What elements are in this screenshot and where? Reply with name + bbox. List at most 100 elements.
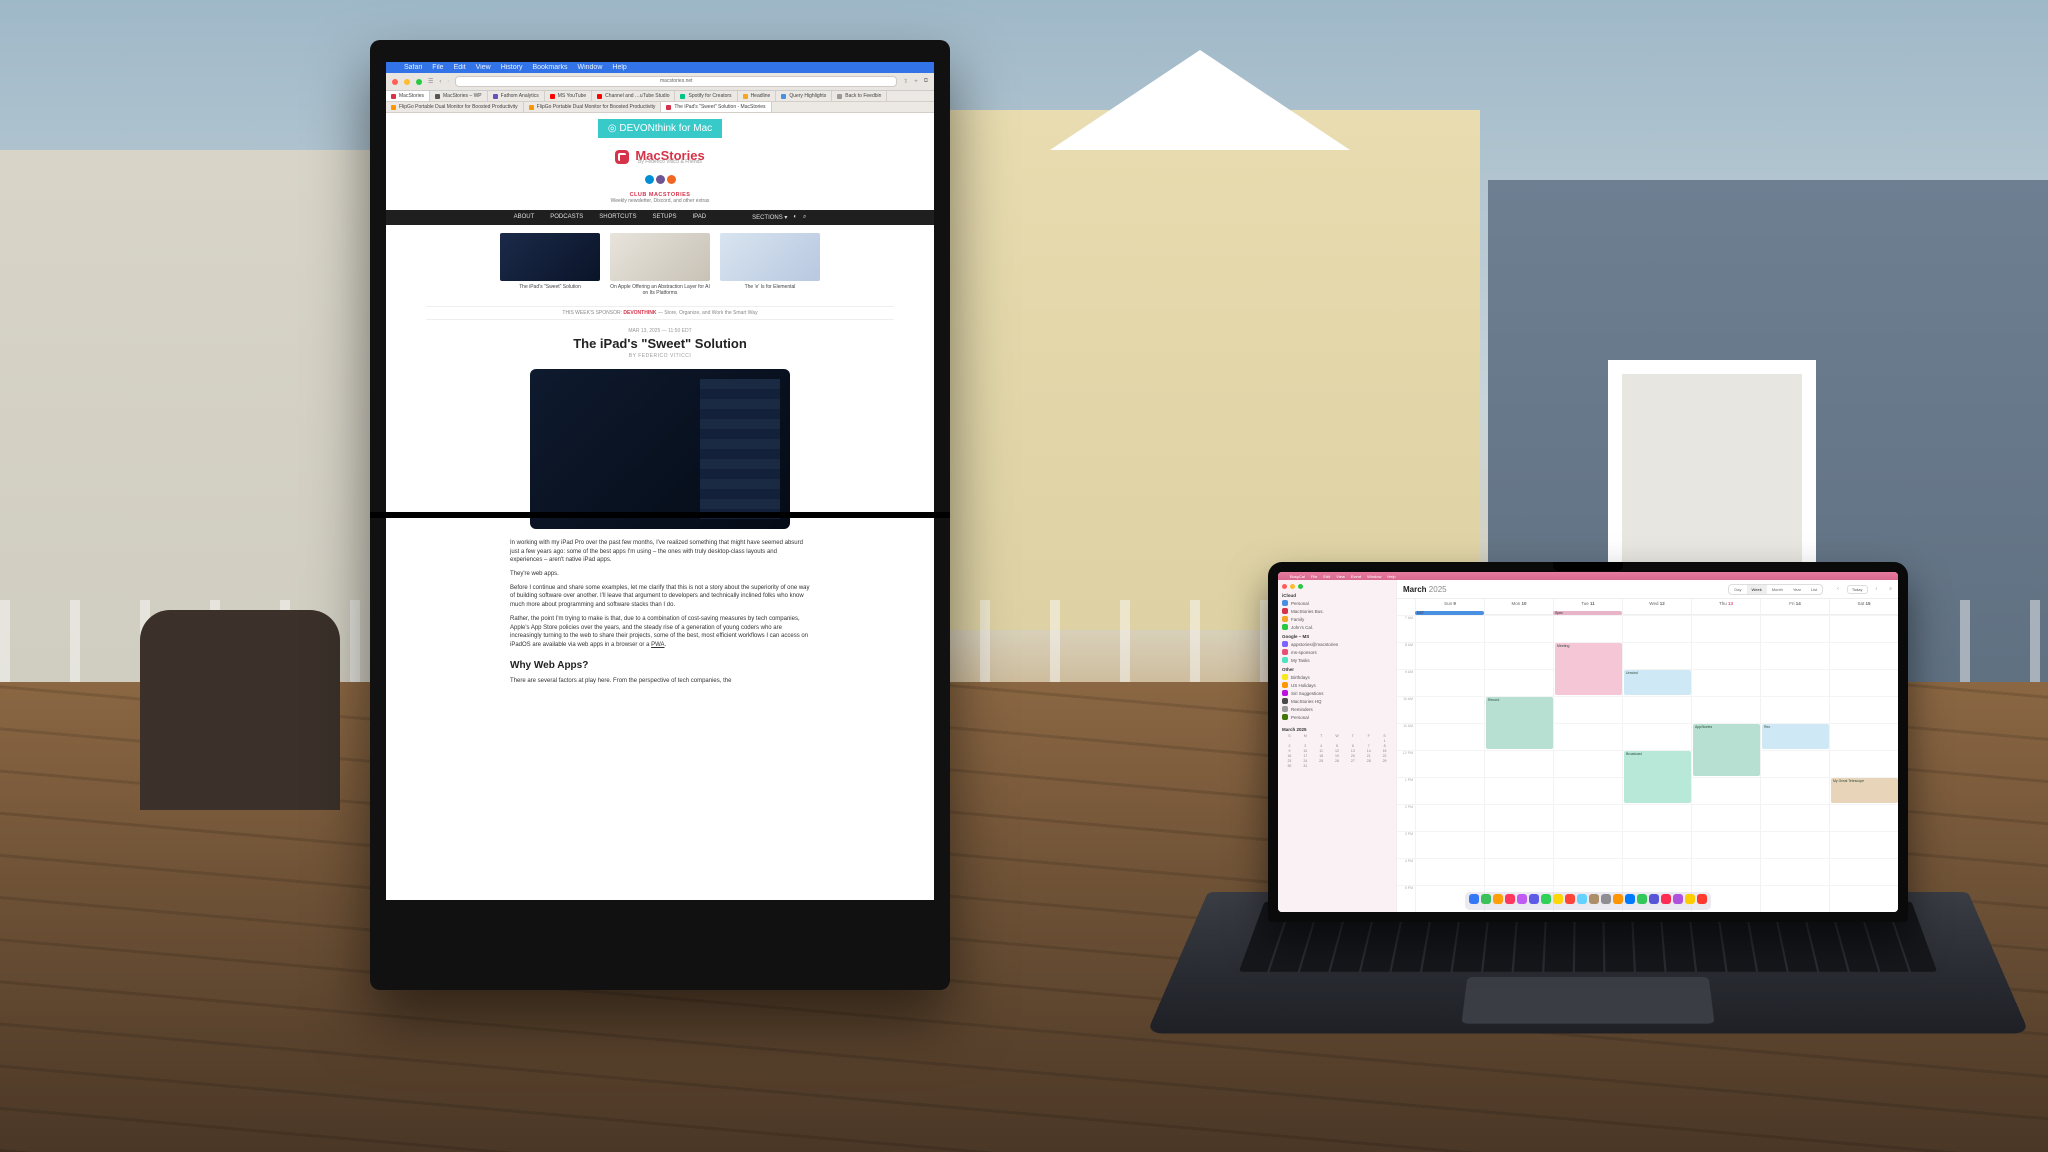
day-header[interactable]: Thu 13 xyxy=(1691,599,1760,615)
calendar-list-item[interactable]: Reminders xyxy=(1282,705,1392,713)
calendar-cell[interactable] xyxy=(1415,831,1484,858)
calendar-cell[interactable] xyxy=(1553,804,1622,831)
dock-app-icon[interactable] xyxy=(1553,894,1563,904)
calendar-cell[interactable] xyxy=(1415,804,1484,831)
calendar-cell[interactable] xyxy=(1415,858,1484,885)
window-zoom-icon[interactable] xyxy=(416,79,422,85)
dock-app-icon[interactable] xyxy=(1613,894,1623,904)
calendar-cell[interactable] xyxy=(1484,804,1553,831)
mini-calendar-day[interactable]: 14 xyxy=(1361,749,1376,753)
mini-calendar-day[interactable]: 3 xyxy=(1298,744,1313,748)
menubar-item[interactable]: File xyxy=(432,64,443,71)
mini-calendar-day[interactable] xyxy=(1282,739,1297,743)
featured-card[interactable]: On Apple Offering an Abstraction Layer f… xyxy=(610,233,710,296)
calendar-cell[interactable] xyxy=(1829,885,1898,912)
calendar-cell[interactable] xyxy=(1829,750,1898,777)
calendar-cell[interactable] xyxy=(1760,696,1829,723)
mini-calendar-day[interactable] xyxy=(1314,764,1329,768)
calendar-list-item[interactable]: Birthdays xyxy=(1282,673,1392,681)
mini-calendar-day[interactable]: 16 xyxy=(1282,754,1297,758)
mini-calendar-day[interactable] xyxy=(1298,739,1313,743)
pwa-link[interactable]: PWA xyxy=(651,642,664,648)
featured-card[interactable]: The iPad's "Sweet" Solution xyxy=(500,233,600,296)
view-segmented-control[interactable]: DayWeekMonthYearList xyxy=(1728,584,1823,595)
calendar-cell[interactable] xyxy=(1484,858,1553,885)
calendar-list-item[interactable]: My Tasks xyxy=(1282,656,1392,664)
appearance-toggle-icon[interactable]: ◐ xyxy=(793,214,797,221)
mini-calendar-day[interactable]: S xyxy=(1377,734,1392,738)
mini-calendar-day[interactable] xyxy=(1361,764,1376,768)
view-option[interactable]: Day xyxy=(1729,585,1746,594)
calendar-list-item[interactable]: Personal xyxy=(1282,713,1392,721)
address-bar[interactable]: macstories.net xyxy=(455,76,897,87)
browser-tab[interactable]: Headline xyxy=(738,91,777,101)
calendar-list-item[interactable]: John's Cal. xyxy=(1282,623,1392,631)
share-icon[interactable]: ⇧ xyxy=(903,78,908,85)
calendar-cell[interactable] xyxy=(1760,642,1829,669)
dock-app-icon[interactable] xyxy=(1685,894,1695,904)
menubar-item[interactable]: Help xyxy=(1387,574,1395,579)
mini-calendar-day[interactable]: 30 xyxy=(1282,764,1297,768)
calendar-list-item[interactable]: MacStories Bus. xyxy=(1282,607,1392,615)
mini-calendar-day[interactable]: 25 xyxy=(1314,759,1329,763)
calendar-cell[interactable] xyxy=(1553,615,1622,642)
calendar-cell[interactable] xyxy=(1829,696,1898,723)
window-minimize-icon[interactable] xyxy=(1290,584,1295,589)
calendar-cell[interactable] xyxy=(1829,804,1898,831)
calendar-list-item[interactable]: Siri Suggestions xyxy=(1282,689,1392,697)
calendar-cell[interactable] xyxy=(1829,831,1898,858)
nav-next-icon[interactable]: › xyxy=(1876,586,1878,592)
calendar-cell[interactable] xyxy=(1622,696,1691,723)
search-icon[interactable]: ⌕ xyxy=(803,214,806,221)
mini-month-calendar[interactable]: March 2025 SMTWTFS1234567891011121314151… xyxy=(1282,727,1392,769)
menubar-item[interactable]: Window xyxy=(577,64,602,71)
nav-item[interactable]: ABOUT xyxy=(514,214,535,221)
browser-tab[interactable]: FlipGo Portable Dual Monitor for Boosted… xyxy=(386,102,524,112)
calendar-event[interactable]: Rec xyxy=(1762,724,1829,749)
mini-calendar-day[interactable]: 27 xyxy=(1345,759,1360,763)
calendar-week-grid[interactable]: Sun 9Mon 10Tue 11Wed 12Thu 13Fri 14Sat 1… xyxy=(1397,599,1898,912)
mini-calendar-day[interactable]: 5 xyxy=(1330,744,1345,748)
mini-calendar-day[interactable]: 20 xyxy=(1345,754,1360,758)
calendar-cell[interactable] xyxy=(1415,669,1484,696)
dock-app-icon[interactable] xyxy=(1625,894,1635,904)
mini-calendar-day[interactable] xyxy=(1345,739,1360,743)
browser-tab[interactable]: MacStories xyxy=(386,91,430,101)
browser-tab[interactable]: Spotify for Creators xyxy=(675,91,737,101)
dock-app-icon[interactable] xyxy=(1505,894,1515,904)
day-header[interactable]: Sat 15 xyxy=(1829,599,1898,615)
calendar-event[interactable]: Unwind xyxy=(1624,670,1691,695)
search-icon[interactable]: ⌕ xyxy=(1889,586,1892,592)
mini-calendar-day[interactable]: W xyxy=(1330,734,1345,738)
nav-item[interactable]: SETUPS xyxy=(652,214,676,221)
calendar-cell[interactable] xyxy=(1829,723,1898,750)
window-close-icon[interactable] xyxy=(1282,584,1287,589)
mini-calendar-day[interactable]: 22 xyxy=(1377,754,1392,758)
calendar-cell[interactable] xyxy=(1760,831,1829,858)
calendar-cell[interactable] xyxy=(1691,777,1760,804)
macos-dock[interactable] xyxy=(1465,892,1711,910)
menubar-item[interactable]: View xyxy=(476,64,491,71)
calendar-event[interactable]: My Great Telescope xyxy=(1831,778,1898,803)
menubar-item[interactable]: Edit xyxy=(454,64,466,71)
menubar-item[interactable]: Edit xyxy=(1323,574,1330,579)
mini-calendar-day[interactable]: F xyxy=(1361,734,1376,738)
mini-calendar-day[interactable]: 15 xyxy=(1377,749,1392,753)
calendar-cell[interactable] xyxy=(1553,696,1622,723)
mini-calendar-day[interactable]: S xyxy=(1282,734,1297,738)
mini-calendar-day[interactable]: 4 xyxy=(1314,744,1329,748)
browser-tab[interactable]: Back to Feedbin xyxy=(832,91,887,101)
calendar-cell[interactable] xyxy=(1829,615,1898,642)
calendar-cell[interactable] xyxy=(1415,777,1484,804)
calendar-cell[interactable] xyxy=(1415,642,1484,669)
mini-calendar-day[interactable] xyxy=(1377,764,1392,768)
mini-calendar-day[interactable]: 11 xyxy=(1314,749,1329,753)
mini-calendar-day[interactable]: 23 xyxy=(1282,759,1297,763)
dock-app-icon[interactable] xyxy=(1493,894,1503,904)
dock-app-icon[interactable] xyxy=(1649,894,1659,904)
calendar-cell[interactable] xyxy=(1484,777,1553,804)
menubar-item[interactable]: Window xyxy=(1367,574,1381,579)
browser-tab[interactable]: The iPad's "Sweet" Solution - MacStories xyxy=(661,102,771,112)
featured-card[interactable]: The 'e' Is for Elemental xyxy=(720,233,820,296)
calendar-list-item[interactable]: Personal xyxy=(1282,599,1392,607)
